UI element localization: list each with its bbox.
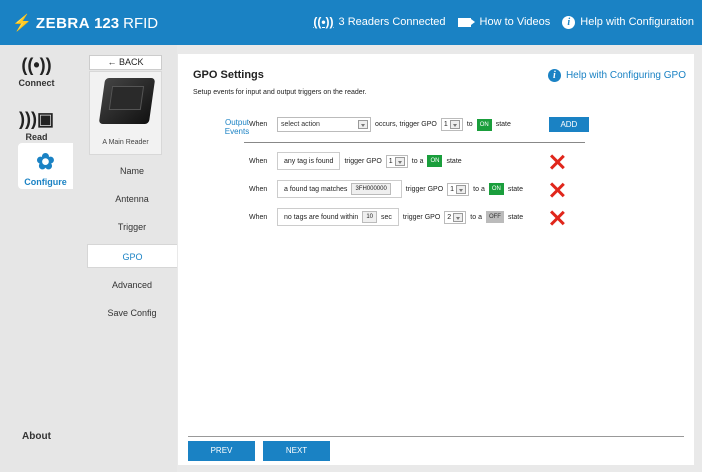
subnav-item-trigger[interactable]: Trigger [87, 215, 177, 239]
condition-text: any tag is found [284, 157, 334, 165]
reader-card[interactable]: A Main Reader [89, 71, 162, 155]
action-select-value: select action [281, 121, 320, 128]
gpo-select[interactable]: 2 [444, 210, 467, 224]
gpo-select[interactable]: 1 [447, 182, 470, 196]
brand-product: 123 [94, 14, 120, 32]
state-label: state [446, 157, 462, 165]
chevron-down-icon [449, 120, 460, 129]
page-title: GPO Settings [193, 69, 264, 81]
action-select[interactable]: select action [277, 117, 371, 132]
help-icon: i [547, 69, 561, 82]
when-label: When [249, 185, 268, 193]
seconds-unit: sec [381, 213, 392, 221]
reader-name: A Main Reader [102, 139, 149, 146]
when-label: When [249, 213, 268, 221]
how-to-videos-link[interactable]: How to Videos [457, 16, 551, 28]
help-configuration-link[interactable]: i Help with Configuration [562, 15, 694, 29]
brand-product-suffix: RFID [123, 14, 159, 32]
trigger-gpo-label: trigger GPO [405, 185, 444, 193]
help-configuring-gpo-label: Help with Configuring GPO [565, 70, 686, 81]
condition-text: no tags are found within [284, 213, 359, 221]
nav-connect-label: Connect [18, 78, 55, 88]
nav-connect[interactable]: ((•)) Connect [0, 55, 73, 88]
when-label: When [249, 157, 268, 165]
occurs-label: occurs, trigger GPO [375, 121, 437, 128]
delete-event-icon[interactable] [550, 155, 564, 169]
subnav-item-name[interactable]: Name [87, 159, 177, 183]
to-a-label: to a [473, 185, 485, 193]
chevron-down-icon [358, 120, 368, 129]
help-configuration-label: Help with Configuration [580, 16, 694, 28]
reader-device-image [98, 78, 156, 124]
read-icon: )))▣ [19, 109, 54, 129]
nav-read-label: Read [25, 132, 48, 142]
event-condition[interactable]: any tag is found [277, 152, 341, 170]
chevron-down-icon [394, 156, 405, 166]
brand-logo: ⚡ ZEBRA 123 RFID [12, 13, 158, 33]
help-configuring-gpo-link[interactable]: i Help with Configuring GPO [547, 69, 686, 82]
trigger-gpo-label: trigger GPO [344, 157, 382, 165]
connect-icon: ((•)) [21, 55, 52, 75]
sub-nav: ← BACK A Main Reader Name Antenna Trigge… [73, 45, 177, 472]
nav-configure-label: Configure [24, 177, 67, 187]
state-toggle[interactable]: ON [476, 118, 492, 131]
subnav-item-advanced[interactable]: Advanced [87, 273, 177, 297]
state-label: state [495, 121, 511, 128]
event-condition[interactable]: no tags are found within 10 sec [277, 208, 399, 226]
next-button[interactable]: NEXT [263, 441, 330, 461]
event-builder-row: When select action occurs, trigger GPO 1… [249, 117, 589, 132]
subnav-item-gpo[interactable]: GPO [87, 244, 177, 268]
nav-read[interactable]: )))▣ Read [0, 109, 73, 142]
gpo-select-value: 2 [447, 213, 452, 221]
subnav-item-antenna[interactable]: Antenna [87, 187, 177, 211]
add-button[interactable]: ADD [548, 117, 589, 132]
gpo-select[interactable]: 1 [385, 154, 408, 168]
to-a-label: to a [470, 213, 482, 221]
footer-divider [188, 436, 684, 437]
nav-configure[interactable]: ✿ Configure [18, 143, 73, 189]
nav-about[interactable]: About [0, 431, 73, 442]
event-condition[interactable]: a found tag matches 3FH000000 [277, 180, 402, 198]
chevron-down-icon [453, 212, 464, 222]
gear-icon: ✿ [36, 149, 55, 174]
chevron-down-icon [456, 184, 467, 194]
back-button[interactable]: ← BACK [89, 55, 162, 70]
prev-button[interactable]: PREV [188, 441, 255, 461]
state-toggle[interactable]: ON [488, 183, 504, 195]
how-to-videos-label: How to Videos [479, 16, 551, 28]
brand-name: ZEBRA [35, 14, 91, 32]
event-row: When a found tag matches 3FH000000 trigg… [249, 180, 527, 198]
tag-match-input[interactable]: 3FH000000 [351, 183, 391, 195]
trigger-gpo-label: trigger GPO [402, 213, 441, 221]
delete-event-icon[interactable] [550, 211, 564, 225]
when-label: When [249, 121, 268, 128]
gpo-select-value: 1 [388, 157, 393, 165]
state-toggle[interactable]: ON [427, 155, 443, 167]
video-camera-icon [457, 17, 475, 27]
page-description: Setup events for input and output trigge… [193, 89, 367, 96]
divider [244, 142, 585, 143]
gpo-settings-panel: GPO Settings i Help with Configuring GPO… [178, 54, 694, 465]
subnav-item-save-config[interactable]: Save Config [87, 301, 177, 325]
event-row: When any tag is found trigger GPO 1 to a… [249, 152, 466, 170]
state-toggle[interactable]: OFF [485, 211, 504, 223]
to-label: to [466, 121, 473, 128]
state-label: state [507, 185, 524, 193]
seconds-input[interactable]: 10 [362, 211, 378, 223]
event-row: When no tags are found within 10 sec tri… [249, 208, 527, 226]
delete-event-icon[interactable] [550, 183, 564, 197]
condition-text: a found tag matches [284, 185, 348, 193]
zebra-logo-icon: ⚡ [12, 15, 32, 32]
main-nav: ((•)) Connect )))▣ Read ✿ Configure Abou… [0, 45, 73, 472]
to-a-label: to a [411, 157, 424, 165]
top-bar: ⚡ ZEBRA 123 RFID ((•)) 3 Readers Connecte… [0, 0, 702, 45]
readers-connected-link[interactable]: ((•)) 3 Readers Connected [313, 15, 445, 29]
gpo-select[interactable]: 1 [440, 118, 463, 131]
help-icon: i [562, 15, 576, 29]
reader-signal-icon: ((•)) [313, 15, 334, 29]
gpo-select-value: 1 [443, 121, 448, 128]
state-label: state [507, 213, 524, 221]
gpo-select-value: 1 [450, 185, 455, 193]
readers-connected-label: 3 Readers Connected [338, 16, 446, 28]
